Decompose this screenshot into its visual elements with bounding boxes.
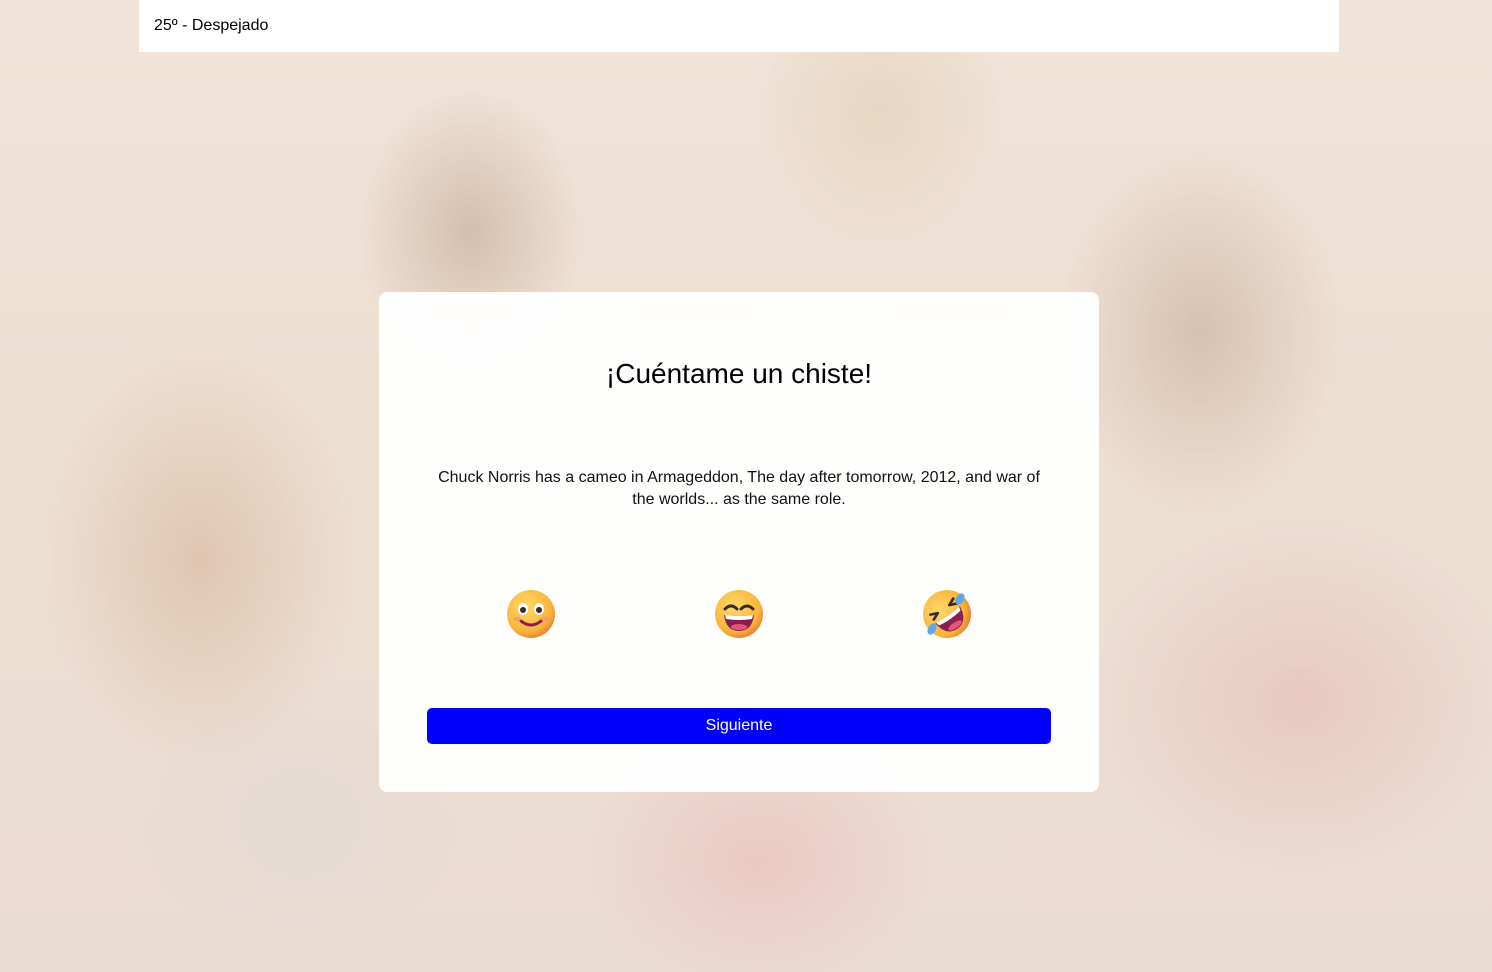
top-bar: 25º - Despejado	[139, 0, 1339, 52]
grinning-squinting-face-icon	[715, 590, 763, 638]
slightly-smiling-face-icon	[507, 590, 555, 638]
rating-button-rofl[interactable]	[920, 587, 974, 641]
joke-card: ¡Cuéntame un chiste! Chuck Norris has a …	[379, 292, 1099, 792]
joke-text: Chuck Norris has a cameo in Armageddon, …	[438, 469, 1040, 508]
next-button[interactable]: Siguiente	[427, 708, 1051, 744]
rating-button-grin[interactable]	[712, 587, 766, 641]
rolling-on-floor-laughing-icon	[923, 590, 971, 638]
rating-options	[427, 587, 1051, 643]
weather-status: 25º - Despejado	[154, 17, 269, 34]
page-title: ¡Cuéntame un chiste!	[605, 358, 873, 389]
rating-button-smile[interactable]	[504, 587, 558, 641]
page: 25º - Despejado ¡Cuéntame un chiste! Chu…	[0, 0, 1492, 972]
